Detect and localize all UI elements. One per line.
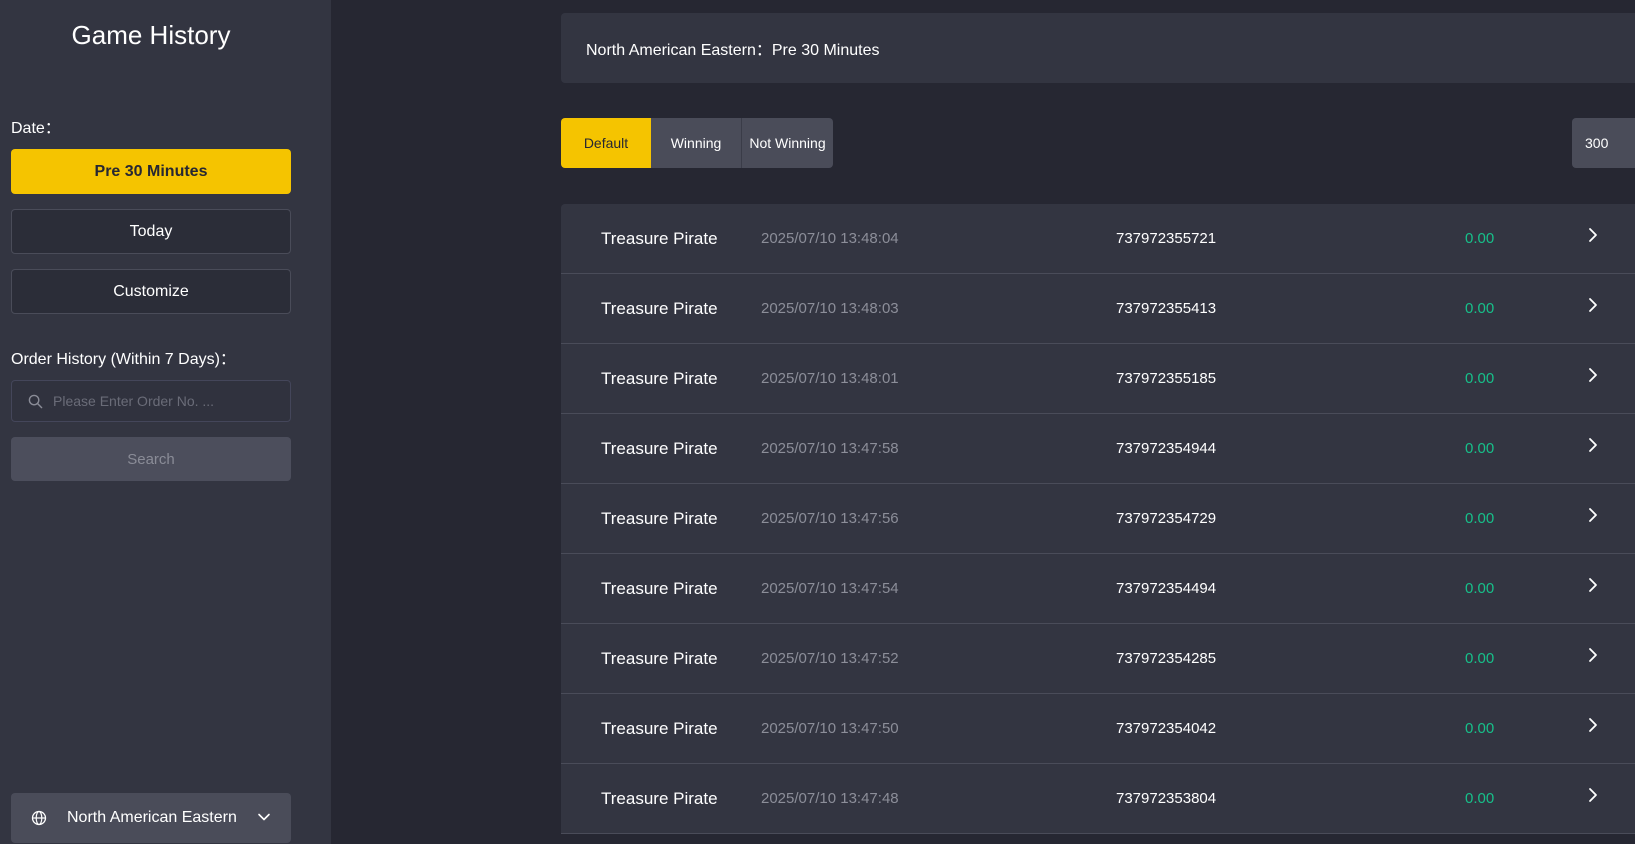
timezone-label: North American Eastern <box>67 809 237 826</box>
order-number: 737972354729 <box>1116 510 1217 527</box>
game-time: 2025/07/10 13:47:58 <box>761 440 899 457</box>
page-size-select[interactable]: 300 <box>1572 118 1635 168</box>
order-number: 737972355721 <box>1116 230 1217 247</box>
game-name: Treasure Pirate <box>601 789 718 808</box>
table-row[interactable]: Treasure Pirate 2025/07/10 13:47:52 7379… <box>561 624 1635 694</box>
chevron-right-icon[interactable] <box>1586 367 1600 383</box>
order-number: 737972353804 <box>1116 790 1217 807</box>
game-name: Treasure Pirate <box>601 229 718 248</box>
win-amount: 0.00 <box>1465 720 1495 737</box>
game-time: 2025/07/10 13:47:50 <box>761 720 899 737</box>
today-button[interactable]: Today <box>11 209 291 254</box>
game-name: Treasure Pirate <box>601 509 718 528</box>
order-number: 737972354042 <box>1116 720 1217 737</box>
timezone-period-header: North American Eastern：Pre 30 Minutes <box>561 13 1635 83</box>
game-record-list: Treasure Pirate 2025/07/10 13:48:04 7379… <box>561 204 1635 834</box>
game-name: Treasure Pirate <box>601 579 718 598</box>
game-time: 2025/07/10 13:47:54 <box>761 580 899 597</box>
chevron-right-icon[interactable] <box>1586 647 1600 663</box>
win-amount: 0.00 <box>1465 790 1495 807</box>
win-amount: 0.00 <box>1465 300 1495 317</box>
win-amount: 0.00 <box>1465 580 1495 597</box>
search-button[interactable]: Search <box>11 437 291 481</box>
chevron-down-icon <box>258 813 270 821</box>
table-row[interactable]: Treasure Pirate 2025/07/10 13:48:01 7379… <box>561 344 1635 414</box>
game-time: 2025/07/10 13:47:56 <box>761 510 899 527</box>
chevron-right-icon[interactable] <box>1586 787 1600 803</box>
table-row[interactable]: Treasure Pirate 2025/07/10 13:47:54 7379… <box>561 554 1635 624</box>
game-name: Treasure Pirate <box>601 649 718 668</box>
chevron-right-icon[interactable] <box>1586 437 1600 453</box>
timezone-selector[interactable]: North American Eastern <box>11 793 291 843</box>
win-amount: 0.00 <box>1465 370 1495 387</box>
table-row[interactable]: Treasure Pirate 2025/07/10 13:48:04 7379… <box>561 204 1635 274</box>
game-name: Treasure Pirate <box>601 299 718 318</box>
game-time: 2025/07/10 13:47:48 <box>761 790 899 807</box>
chevron-right-icon[interactable] <box>1586 577 1600 593</box>
chevron-right-icon[interactable] <box>1586 227 1600 243</box>
win-amount: 0.00 <box>1465 440 1495 457</box>
table-row[interactable]: Treasure Pirate 2025/07/10 13:47:50 7379… <box>561 694 1635 764</box>
table-row[interactable]: Treasure Pirate 2025/07/10 13:47:58 7379… <box>561 414 1635 484</box>
win-amount: 0.00 <box>1465 650 1495 667</box>
game-name: Treasure Pirate <box>601 439 718 458</box>
table-row[interactable]: Treasure Pirate 2025/07/10 13:47:56 7379… <box>561 484 1635 554</box>
chevron-right-icon[interactable] <box>1586 297 1600 313</box>
customize-button[interactable]: Customize <box>11 269 291 314</box>
search-icon <box>28 394 43 408</box>
game-name: Treasure Pirate <box>601 719 718 738</box>
globe-icon <box>31 810 47 826</box>
game-time: 2025/07/10 13:48:03 <box>761 300 899 317</box>
order-number: 737972354944 <box>1116 440 1217 457</box>
order-number: 737972355185 <box>1116 370 1217 387</box>
order-number: 737972354494 <box>1116 580 1217 597</box>
tab-not-winning[interactable]: Not Winning <box>742 118 833 168</box>
game-time: 2025/07/10 13:48:04 <box>761 230 899 247</box>
tab-winning[interactable]: Winning <box>651 118 742 168</box>
app-root: Game History Date： Pre 30 Minutes Today … <box>0 0 1635 844</box>
order-number: 737972355413 <box>1116 300 1217 317</box>
order-search-input[interactable] <box>53 393 290 409</box>
game-time: 2025/07/10 13:48:01 <box>761 370 899 387</box>
sidebar: Game History Date： Pre 30 Minutes Today … <box>0 0 331 844</box>
win-amount: 0.00 <box>1465 230 1495 247</box>
tab-default[interactable]: Default <box>561 118 651 168</box>
table-row[interactable]: Treasure Pirate 2025/07/10 13:47:48 7379… <box>561 764 1635 834</box>
chevron-right-icon[interactable] <box>1586 717 1600 733</box>
win-amount: 0.00 <box>1465 510 1495 527</box>
chevron-right-icon[interactable] <box>1586 507 1600 523</box>
order-number: 737972354285 <box>1116 650 1217 667</box>
filter-tabs: Default Winning Not Winning <box>561 118 833 168</box>
order-history-label: Order History (Within 7 Days)： <box>11 351 236 368</box>
game-time: 2025/07/10 13:47:52 <box>761 650 899 667</box>
page-title: Game History <box>71 20 231 50</box>
table-row[interactable]: Treasure Pirate 2025/07/10 13:48:03 7379… <box>561 274 1635 344</box>
date-label: Date： <box>11 120 61 137</box>
order-search-field[interactable] <box>11 380 291 422</box>
game-name: Treasure Pirate <box>601 369 718 388</box>
pre-30-minutes-button[interactable]: Pre 30 Minutes <box>11 149 291 194</box>
